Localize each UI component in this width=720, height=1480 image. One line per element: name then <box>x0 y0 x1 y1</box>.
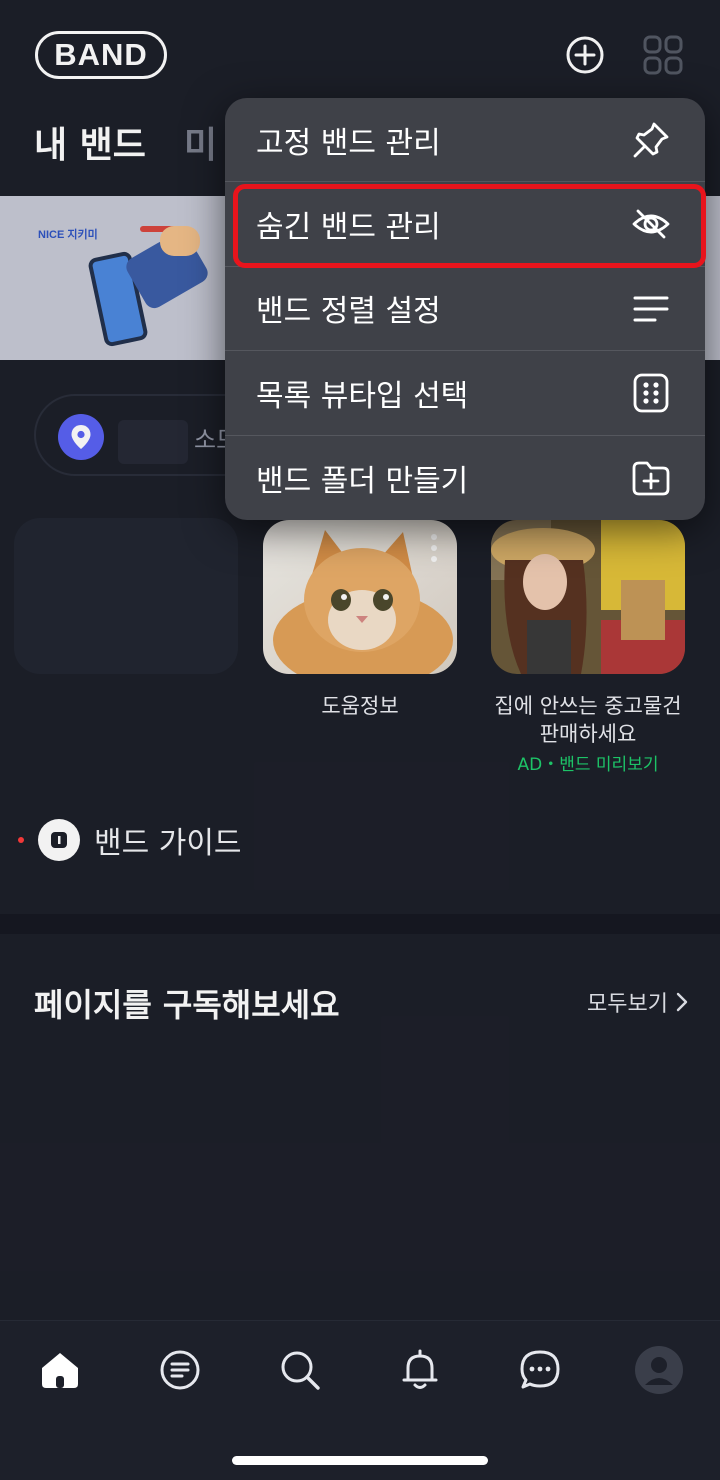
search-icon[interactable] <box>275 1345 325 1395</box>
bell-icon[interactable] <box>395 1345 445 1395</box>
home-indicator[interactable] <box>232 1456 488 1465</box>
menu-item-sort-bands[interactable]: 밴드 정렬 설정 <box>225 267 705 352</box>
home-icon[interactable] <box>35 1345 85 1395</box>
menu-item-pinned-bands[interactable]: 고정 밴드 관리 <box>225 98 705 183</box>
menu-item-hidden-bands[interactable]: 숨긴 밴드 관리 <box>225 182 705 267</box>
folder-plus-icon <box>632 461 670 495</box>
menu-item-label: 목록 뷰타입 선택 <box>256 378 469 414</box>
pin-icon <box>633 122 669 158</box>
eye-off-icon <box>632 209 670 239</box>
band-options-menu: 고정 밴드 관리 숨긴 밴드 관리 밴드 정렬 설정 목록 뷰타입 선택 밴드 … <box>225 98 705 520</box>
feed-icon[interactable] <box>155 1345 205 1395</box>
menu-item-create-folder[interactable]: 밴드 폴더 만들기 <box>225 436 705 520</box>
profile-icon[interactable] <box>634 1345 684 1395</box>
chat-icon[interactable] <box>515 1345 565 1395</box>
menu-item-label: 밴드 정렬 설정 <box>256 294 441 330</box>
sort-lines-icon <box>633 296 669 322</box>
grid-dots-icon <box>633 373 669 413</box>
menu-item-label: 밴드 폴더 만들기 <box>256 463 469 499</box>
bottom-nav <box>0 1320 720 1480</box>
menu-item-view-type[interactable]: 목록 뷰타입 선택 <box>225 351 705 436</box>
menu-item-label: 숨긴 밴드 관리 <box>256 210 441 246</box>
menu-item-label: 고정 밴드 관리 <box>256 125 441 161</box>
